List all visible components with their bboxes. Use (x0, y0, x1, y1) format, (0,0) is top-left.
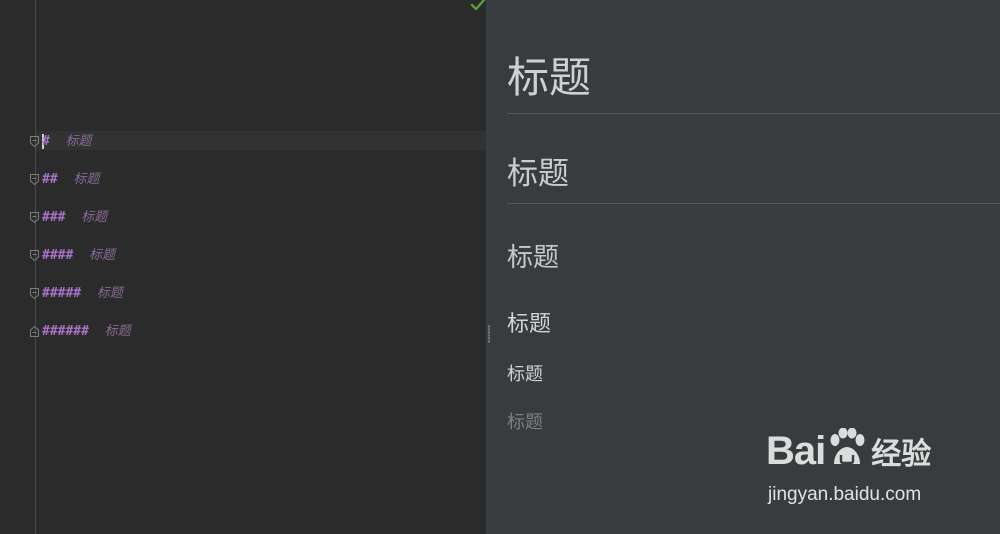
heading-marker: ##### (42, 286, 82, 301)
heading-marker: #### (42, 248, 74, 263)
h1-underline (507, 113, 1000, 114)
heading-text: 标题 (96, 286, 123, 301)
heading-text: 标题 (88, 248, 115, 263)
heading-marker: # (42, 134, 50, 149)
fold-marker-icon[interactable] (30, 288, 39, 299)
preview-h1: 标题 (507, 53, 592, 102)
watermark-brand-left: Bai (766, 429, 826, 473)
code-line-h6[interactable]: ###### 标题 (30, 322, 470, 341)
baidu-jingyan-watermark: Bai 经验 jingyan.baidu.com (766, 427, 956, 518)
h2-underline (507, 203, 1000, 204)
heading-marker: ## (42, 172, 58, 187)
heading-text: 标题 (104, 324, 131, 339)
fold-marker-icon[interactable] (30, 212, 39, 223)
heading-marker: ### (42, 210, 66, 225)
markdown-editor-window: # 标题 ## 标题 ### 标题 #### 标题 ##### 标题 #####… (0, 0, 1000, 534)
paw-icon (826, 427, 868, 468)
watermark-brand-right: 经验 (871, 437, 932, 472)
preview-h3: 标题 (507, 243, 560, 273)
preview-h6: 标题 (507, 412, 543, 433)
markdown-source-editor[interactable]: # 标题 ## 标题 ### 标题 #### 标题 ##### 标题 #####… (0, 0, 486, 534)
code-line-h5[interactable]: ##### 标题 (30, 284, 470, 303)
heading-text: 标题 (73, 172, 100, 187)
watermark-logo: Bai 经验 (766, 427, 932, 474)
heading-text: 标题 (81, 210, 108, 225)
code-line-h2[interactable]: ## 标题 (30, 170, 470, 189)
code-line-h3[interactable]: ### 标题 (30, 208, 470, 227)
code-line-h4[interactable]: #### 标题 (30, 246, 470, 265)
fold-marker-icon[interactable] (30, 250, 39, 261)
fold-marker-icon[interactable] (30, 326, 39, 337)
preview-h4: 标题 (507, 312, 552, 337)
splitter-grip-icon[interactable] (488, 325, 490, 343)
fold-marker-icon[interactable] (30, 174, 39, 185)
heading-text: 标题 (65, 134, 92, 149)
preview-h5: 标题 (507, 364, 543, 385)
code-line-h1[interactable]: # 标题 (30, 132, 470, 151)
preview-h2: 标题 (507, 156, 569, 192)
heading-marker: ###### (42, 324, 89, 339)
fold-marker-icon[interactable] (30, 136, 39, 147)
watermark-url: jingyan.baidu.com (768, 484, 922, 505)
checkmark-icon (470, 0, 486, 11)
